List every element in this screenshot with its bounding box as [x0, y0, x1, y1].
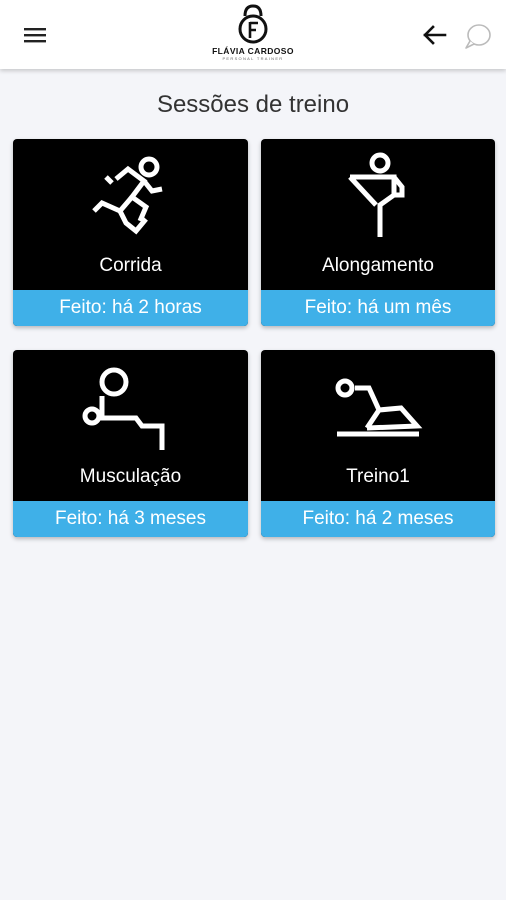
back-button[interactable] — [417, 18, 451, 52]
weightlifting-icon — [82, 367, 164, 450]
hamburger-menu-icon — [24, 28, 46, 43]
kettlebell-logo-icon — [238, 4, 268, 44]
session-label: Alongamento — [322, 255, 434, 276]
session-label: Musculação — [79, 466, 182, 487]
sessions-grid: Corrida Feito: há 2 horas Alongamento Fe… — [13, 139, 495, 537]
session-card-treino1[interactable]: Treino1 Feito: há 2 meses — [261, 350, 495, 537]
session-status: Feito: há 3 meses — [13, 501, 248, 537]
chat-button[interactable] — [460, 18, 496, 54]
page-title: Sessões de treino — [156, 91, 350, 118]
menu-button[interactable] — [18, 18, 52, 52]
session-status: Feito: há 2 horas — [13, 290, 248, 326]
session-card-musculacao[interactable]: Musculação Feito: há 3 meses — [13, 350, 248, 537]
arrow-left-icon — [423, 25, 447, 45]
logo-name: FLÁVIA CARDOSO — [212, 46, 294, 56]
session-label: Treino1 — [346, 466, 410, 487]
running-icon — [91, 156, 162, 235]
logo-subtitle: PERSONAL TRAINER — [222, 56, 284, 61]
stretching-icon — [348, 152, 405, 237]
session-status: Feito: há 2 meses — [261, 501, 495, 537]
session-card-alongamento[interactable]: Alongamento Feito: há um mês — [261, 139, 495, 326]
floor-exercise-icon — [335, 378, 423, 437]
chat-bubble-icon — [465, 24, 491, 49]
session-status: Feito: há um mês — [261, 290, 495, 326]
session-card-corrida[interactable]: Corrida Feito: há 2 horas — [13, 139, 248, 326]
app-bar: FLÁVIA CARDOSO PERSONAL TRAINER — [0, 0, 506, 69]
session-label: Corrida — [99, 255, 162, 276]
app-logo: FLÁVIA CARDOSO PERSONAL TRAINER — [200, 2, 306, 66]
